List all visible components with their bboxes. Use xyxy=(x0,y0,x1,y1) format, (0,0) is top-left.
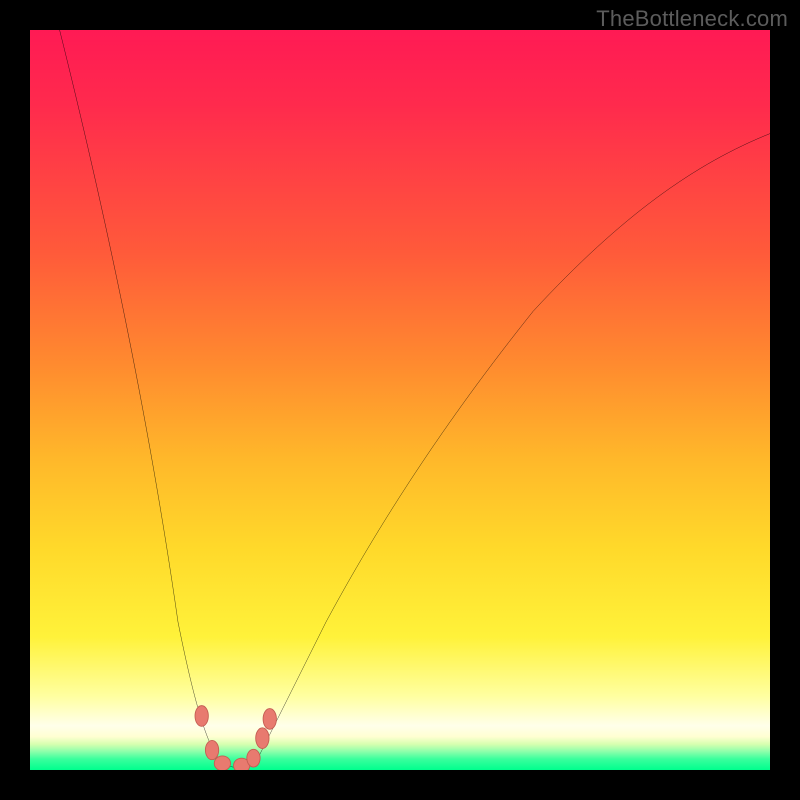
curve-layer xyxy=(30,30,770,770)
bottleneck-curve xyxy=(60,30,770,768)
valley-markers xyxy=(195,706,276,770)
marker-dot xyxy=(263,709,276,730)
plot-area xyxy=(30,30,770,770)
marker-dot xyxy=(256,728,269,749)
marker-dot xyxy=(247,749,260,767)
marker-dot xyxy=(214,756,230,770)
chart-stage: TheBottleneck.com xyxy=(0,0,800,800)
marker-dot xyxy=(195,706,208,727)
watermark-text: TheBottleneck.com xyxy=(596,6,788,32)
marker-dot xyxy=(205,740,218,759)
